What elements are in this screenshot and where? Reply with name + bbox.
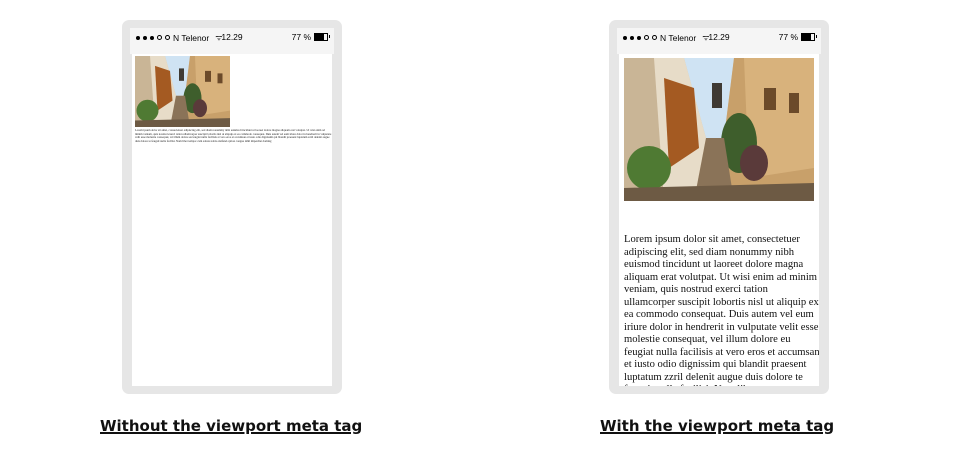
battery-icon <box>801 33 817 41</box>
caption-without-viewport: Without the viewport meta tag <box>100 417 363 435</box>
browser-viewport[interactable]: Lorem ipsum dolor sit amet, consectetuer… <box>619 54 819 386</box>
clock: 12.29 <box>221 32 243 42</box>
signal-dot-empty-icon <box>157 35 162 40</box>
carrier-info: N Telenor ᯤ <box>136 32 223 43</box>
battery-percent: 77 % <box>778 32 798 42</box>
carrier-name: N Telenor <box>173 32 210 43</box>
body-paragraph-large: Lorem ipsum dolor sit amet, consectetuer… <box>624 234 819 386</box>
phone-frame-with-viewport: N Telenor ᯤ 12.29 77 % Lorem ipsum dolor… <box>609 20 829 394</box>
signal-dot-icon <box>136 35 140 40</box>
battery-status: 77 % <box>778 32 817 42</box>
phone-frame-without-viewport: N Telenor ᯤ 12.29 77 % Lorem ipsum dolor… <box>122 20 342 394</box>
signal-dot-icon <box>143 35 147 40</box>
status-bar: N Telenor ᯤ 12.29 77 % <box>617 28 821 54</box>
signal-dot-icon <box>637 35 641 40</box>
battery-percent: 77 % <box>291 32 311 42</box>
body-paragraph-small: Lorem ipsum dolor sit amet, consectetuer… <box>135 128 332 144</box>
street-photo-icon <box>624 58 814 201</box>
street-photo-icon <box>135 56 230 127</box>
signal-dot-empty-icon <box>652 35 657 40</box>
battery-status: 77 % <box>291 32 330 42</box>
signal-dot-icon <box>630 35 634 40</box>
signal-dot-icon <box>150 35 154 40</box>
carrier-name: N Telenor <box>660 32 697 43</box>
status-bar: N Telenor ᯤ 12.29 77 % <box>130 28 334 54</box>
carrier-info: N Telenor ᯤ <box>623 32 710 43</box>
clock: 12.29 <box>708 32 730 42</box>
signal-dot-icon <box>623 35 627 40</box>
signal-dot-empty-icon <box>644 35 649 40</box>
browser-viewport[interactable]: Lorem ipsum dolor sit amet, consectetuer… <box>132 54 332 386</box>
signal-dot-empty-icon <box>165 35 170 40</box>
caption-with-viewport: With the viewport meta tag <box>600 417 835 435</box>
battery-icon <box>314 33 330 41</box>
